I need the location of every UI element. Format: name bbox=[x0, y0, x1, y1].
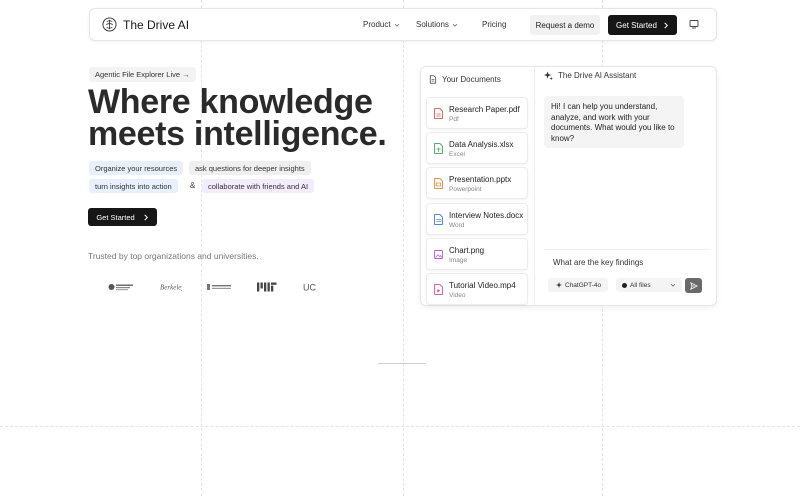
chevron-down-icon bbox=[670, 283, 676, 287]
document-icon bbox=[429, 75, 437, 84]
trusted-text: Trusted by top organizations and univers… bbox=[88, 251, 259, 261]
file-name: Presentation.pptx bbox=[449, 175, 512, 184]
word-file-icon bbox=[434, 214, 443, 225]
feature-chip-label: collaborate with friends and AI bbox=[208, 181, 309, 191]
nav-get-started-label: Get Started bbox=[616, 20, 657, 30]
nav-get-started-button[interactable]: Get Started bbox=[608, 15, 677, 35]
feature-chip-label: Organize your resources bbox=[95, 163, 178, 173]
uc-logo: UC bbox=[303, 283, 316, 293]
video-file-icon bbox=[434, 284, 443, 295]
feature-chip: collaborate with friends and AI bbox=[202, 179, 315, 193]
panel-divider bbox=[534, 67, 535, 305]
navbar: The Drive AI Product Solutions Pricing R… bbox=[89, 8, 717, 41]
file-name: Chart.png bbox=[449, 246, 485, 255]
nav-solutions[interactable]: Solutions bbox=[416, 20, 458, 29]
file-name: Interview Notes.docx bbox=[449, 211, 524, 220]
file-type: Image bbox=[449, 257, 468, 264]
assistant-header: The Drive AI Assistant bbox=[544, 71, 636, 80]
nav-solutions-label: Solutions bbox=[416, 20, 449, 29]
file-type: Pdf bbox=[449, 116, 459, 123]
sparkle-icon bbox=[544, 71, 553, 80]
file-card[interactable]: Tutorial Video.mp4 Video bbox=[426, 273, 528, 305]
chevron-right-icon bbox=[664, 22, 668, 28]
brand-logo[interactable]: The Drive AI bbox=[102, 17, 189, 32]
berkeley-logo: Berkeley bbox=[160, 284, 182, 292]
hero-title: Where knowledge meets intelligence. bbox=[88, 83, 408, 153]
assistant-header-label: The Drive AI Assistant bbox=[558, 71, 637, 80]
feature-chip-label: ask questions for deeper insights bbox=[195, 163, 305, 173]
ampersand: & bbox=[190, 181, 196, 190]
file-card[interactable]: Presentation.pptx Powerpoint bbox=[426, 167, 528, 199]
assistant-message: Hi! I can help you understand, analyze, … bbox=[544, 96, 684, 148]
file-name: Data Analysis.xlsx bbox=[449, 140, 514, 149]
hero-title-line: Where knowledge bbox=[88, 83, 373, 121]
monitor-icon[interactable] bbox=[689, 19, 699, 29]
brain-icon bbox=[102, 17, 117, 32]
feature-chip: ask questions for deeper insights bbox=[189, 161, 311, 175]
nav-product[interactable]: Product bbox=[363, 20, 400, 29]
feature-chip-label: turn insights into action bbox=[95, 181, 172, 191]
guide-line bbox=[201, 0, 202, 496]
chevron-down-icon bbox=[394, 23, 399, 27]
nav-pricing-label: Pricing bbox=[482, 20, 507, 29]
file-card[interactable]: Interview Notes.docx Word bbox=[426, 203, 528, 235]
pdf-file-icon bbox=[434, 108, 443, 119]
feature-chip: turn insights into action bbox=[89, 179, 178, 193]
mcgill-logo bbox=[207, 284, 231, 290]
send-icon bbox=[689, 281, 698, 290]
file-card[interactable]: Chart.png Image bbox=[426, 238, 528, 270]
scope-dot-icon bbox=[622, 282, 627, 288]
file-scope-label: All files bbox=[630, 281, 651, 289]
sparkle-icon bbox=[556, 282, 562, 288]
announcement-badge[interactable]: Agentic File Explorer Live → bbox=[89, 67, 196, 82]
svg-text:Berkeley: Berkeley bbox=[160, 284, 182, 292]
hero-get-started-button[interactable]: Get Started bbox=[88, 208, 157, 226]
file-name: Tutorial Video.mp4 bbox=[449, 281, 516, 290]
nav-product-label: Product bbox=[363, 20, 391, 29]
documents-header: Your Documents bbox=[429, 75, 501, 84]
presentation-file-icon bbox=[434, 178, 443, 189]
image-file-icon bbox=[434, 250, 443, 259]
file-type: Video bbox=[449, 292, 466, 299]
svg-text:UC: UC bbox=[303, 283, 316, 293]
divider bbox=[378, 363, 426, 364]
guide-line bbox=[0, 426, 800, 427]
file-type: Excel bbox=[449, 151, 465, 158]
alberta-logo bbox=[108, 284, 133, 291]
guide-line bbox=[403, 0, 404, 496]
file-type: Powerpoint bbox=[449, 186, 482, 193]
documents-header-label: Your Documents bbox=[442, 75, 501, 84]
file-name: Research Paper.pdf bbox=[449, 105, 520, 114]
nav-pricing[interactable]: Pricing bbox=[482, 20, 506, 29]
model-selector-label: ChatGPT-4o bbox=[565, 281, 602, 289]
file-scope-selector[interactable]: All files bbox=[616, 278, 682, 292]
file-card[interactable]: Data Analysis.xlsx Excel bbox=[426, 132, 528, 164]
chevron-right-icon bbox=[144, 214, 148, 220]
feature-chip: Organize your resources bbox=[89, 161, 184, 175]
mit-logo bbox=[257, 282, 277, 292]
chat-input-area: What are the key findings ChatGPT-4o All… bbox=[544, 249, 710, 298]
send-button[interactable] bbox=[685, 278, 702, 293]
file-card[interactable]: Research Paper.pdf Pdf bbox=[426, 97, 528, 129]
brand-name: The Drive AI bbox=[123, 17, 190, 32]
file-type: Word bbox=[449, 222, 465, 229]
spreadsheet-file-icon bbox=[434, 143, 443, 154]
chat-input[interactable]: What are the key findings bbox=[553, 258, 643, 267]
chevron-down-icon bbox=[452, 23, 458, 27]
request-demo-button[interactable]: Request a demo bbox=[530, 15, 600, 35]
hero-title-line: meets intelligence. bbox=[88, 115, 387, 153]
hero-get-started-label: Get Started bbox=[96, 212, 135, 222]
model-selector[interactable]: ChatGPT-4o bbox=[548, 278, 608, 292]
